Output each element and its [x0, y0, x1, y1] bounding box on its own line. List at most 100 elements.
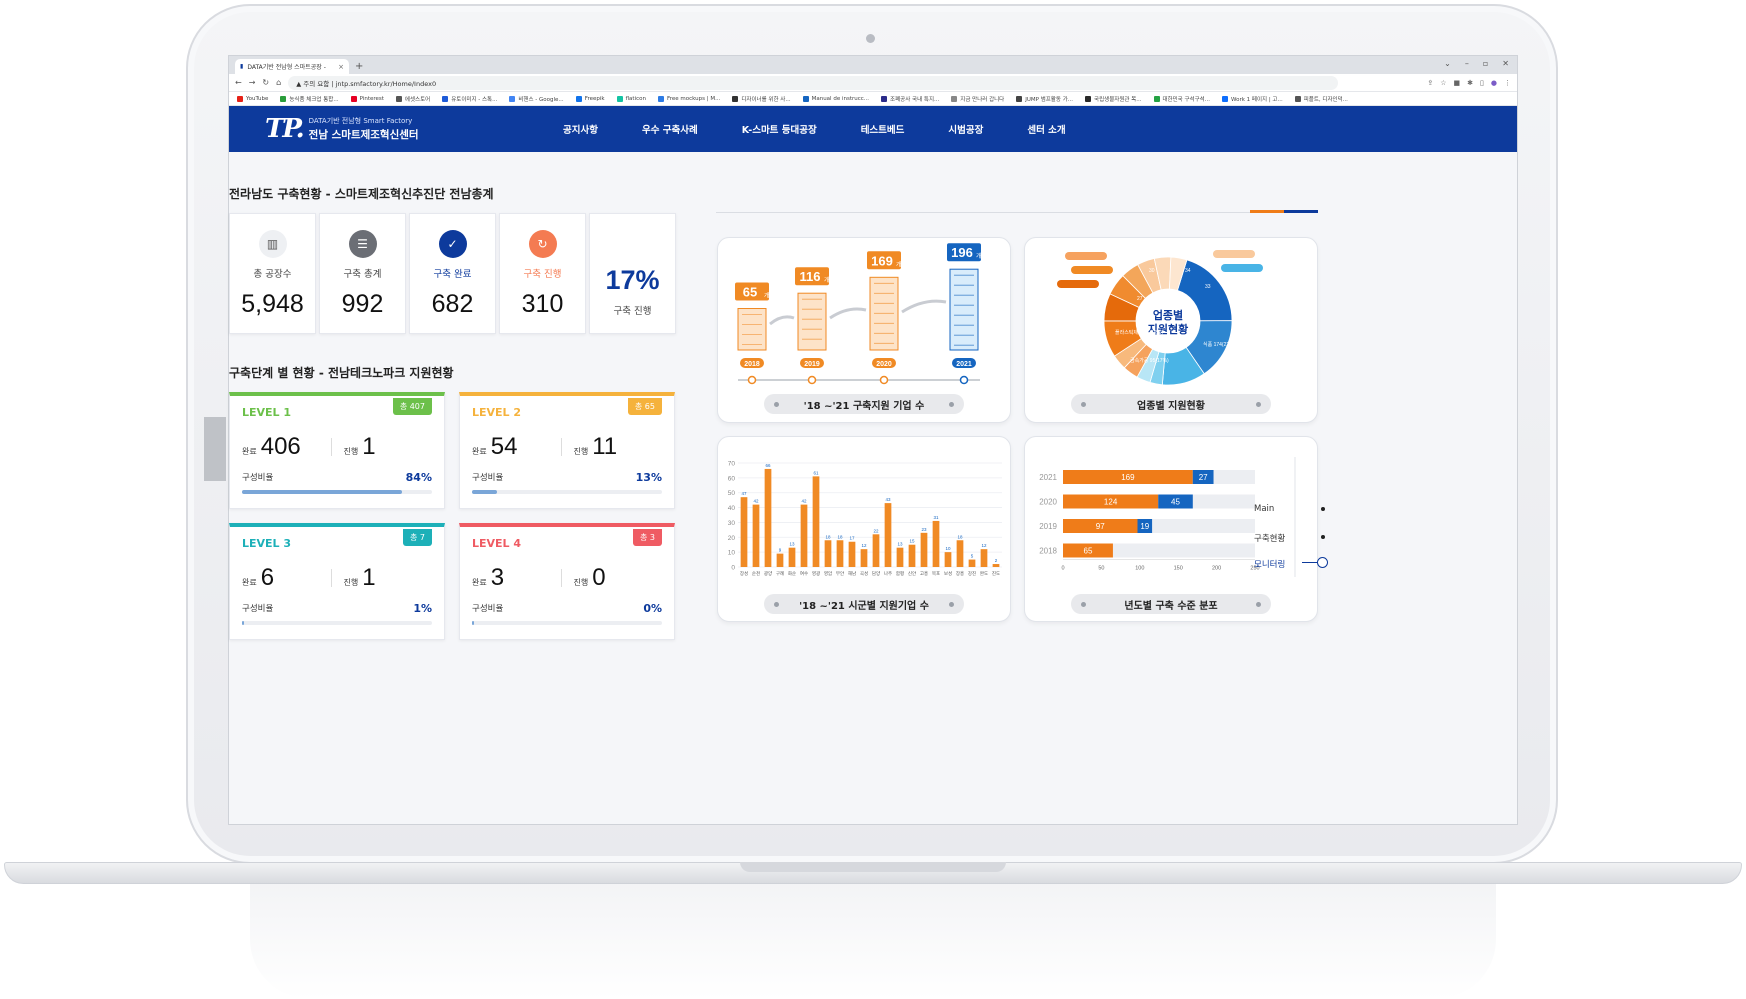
nav-testbed[interactable]: 테스트베드 — [839, 122, 927, 136]
star-icon[interactable]: ☆ — [1440, 79, 1446, 87]
bar-value-label: 65 — [1084, 547, 1093, 556]
sidebar-icon[interactable]: ▯ — [1480, 79, 1484, 87]
bar-value-label: 15 — [909, 539, 915, 544]
menu-icon[interactable]: ⋮ — [1504, 79, 1511, 87]
stat-completed: ✓ 구축 완료 682 — [409, 213, 496, 334]
bookmark-label: Work 1 페이지 | 고... — [1230, 96, 1283, 103]
bookmark-item[interactable]: 국립생물자원관 목... — [1085, 95, 1142, 103]
bar-value-label: 42 — [801, 499, 807, 504]
stat-in-progress: ↻ 구축 진행 310 — [499, 213, 586, 334]
nav-pilot[interactable]: 시범공장 — [926, 122, 1005, 136]
bookmark-item[interactable]: 지금 만나러 갑니다 — [951, 95, 1004, 103]
forward-icon[interactable]: → — [249, 78, 256, 87]
bookmark-favicon-icon — [1085, 95, 1092, 102]
value-unit: 개 — [896, 260, 902, 268]
bookmark-item[interactable]: 에셋스토어 — [395, 95, 430, 103]
site-logo[interactable]: TP. DATA기반 전남형 Smart Factory 전남 스마트제조혁신센… — [265, 114, 419, 144]
bar-value-label: 47 — [741, 491, 747, 496]
nav-lighthouse[interactable]: K-스마트 등대공장 — [720, 122, 839, 136]
nav-notice[interactable]: 공지사항 — [541, 122, 620, 136]
chevron-down-icon[interactable]: ⌄ — [1444, 59, 1451, 68]
extension-icon[interactable]: ■ — [1454, 79, 1461, 87]
city-bar — [764, 468, 772, 567]
x-tick-label: 50 — [1098, 566, 1104, 572]
url-input[interactable]: ▲ 주의 요함 | jntp.smfactory.kr/Home/Index0 — [288, 75, 1339, 90]
done-label: 완료 — [472, 447, 487, 456]
profile-avatar[interactable]: ● — [1491, 79, 1497, 87]
bar-value-label: 23 — [921, 527, 927, 532]
window-controls: ⌄ – ▫ ✕ — [1444, 59, 1509, 68]
home-icon[interactable]: ⌂ — [276, 78, 281, 87]
progress-label: 진행 — [343, 447, 359, 456]
bookmark-item[interactable]: YouTube — [237, 95, 268, 102]
city-bar — [836, 540, 844, 567]
side-menu-dot[interactable] — [1321, 507, 1325, 511]
bookmark-item[interactable]: 농식품 체크업 통합... — [280, 95, 339, 103]
stat-progress-percent: 17% 구축 진행 — [589, 213, 676, 334]
puzzle-icon[interactable]: ✱ — [1467, 79, 1473, 87]
laptop-mockup: ▮ DATA기반 전남형 스마트공장 - × + ⌄ – ▫ ✕ ← → ↻ ⌂… — [0, 0, 1746, 999]
city-bar — [824, 540, 832, 567]
side-menu-monitoring[interactable]: 모니터링 — [1254, 558, 1285, 570]
bookmark-item[interactable]: Work 1 페이지 | 고... — [1221, 95, 1283, 103]
bookmark-item[interactable]: 유토이미지 - 스톡... — [442, 95, 497, 103]
reload-icon[interactable]: ↻ — [262, 78, 269, 87]
bookmark-item[interactable]: 대한민국 구석구석... — [1153, 95, 1210, 103]
bookmark-favicon-icon — [509, 95, 516, 102]
value-label: 169 — [871, 253, 893, 268]
share-icon[interactable]: ⇪ — [1427, 79, 1433, 87]
close-window-icon[interactable]: ✕ — [1502, 59, 1509, 68]
bookmark-label: 대한민국 구석구석... — [1162, 96, 1210, 103]
ratio-label: 구성비율 — [472, 473, 504, 483]
bookmark-favicon-icon — [395, 95, 402, 102]
bookmark-item[interactable]: Free mockups | M... — [657, 95, 721, 102]
bookmark-item[interactable]: Freepik — [575, 95, 605, 102]
bookmark-label: Free mockups | M... — [666, 95, 721, 102]
side-menu-status[interactable]: 구축현황 — [1254, 532, 1285, 544]
side-menu-active-marker[interactable] — [1317, 557, 1328, 568]
laptop-reflection — [250, 884, 1496, 999]
maximize-icon[interactable]: ▫ — [1483, 59, 1488, 68]
side-menu-dot[interactable] — [1321, 535, 1325, 539]
level-total-badge: 총 3 — [633, 529, 662, 546]
divider — [330, 438, 332, 456]
ratio-progress-fill — [242, 490, 402, 494]
x-tick-label: 0 — [1061, 566, 1064, 572]
section-divider — [716, 212, 1316, 213]
city-bar — [788, 547, 796, 567]
bar-value-label: 18 — [957, 534, 963, 539]
factory-icon: ▥ — [258, 230, 287, 258]
main-nav: 공지사항 우수 구축사례 K-스마트 등대공장 테스트베드 시범공장 센터 소개 — [541, 106, 1088, 152]
timeline-dot — [959, 375, 969, 385]
bookmark-item[interactable]: 조폐공사 국내 특지... — [881, 95, 939, 103]
x-tick-label: 광양 — [764, 570, 772, 576]
bookmark-item[interactable]: JUMP 범프활동 가... — [1016, 95, 1073, 103]
side-scroll-handle[interactable] — [204, 417, 226, 481]
bookmark-label: 디자이너를 위한 사... — [741, 96, 791, 103]
back-icon[interactable]: ← — [235, 78, 242, 87]
check-icon: ✓ — [438, 230, 467, 258]
side-menu-main[interactable]: Main — [1254, 504, 1274, 514]
bookmark-item[interactable]: 디자이너를 위한 사... — [732, 95, 791, 103]
bookmark-item[interactable]: Manual de instrucc... — [802, 95, 869, 102]
new-tab-icon[interactable]: + — [355, 61, 363, 72]
bookmark-item[interactable]: 비핸스 - Google... — [509, 95, 564, 103]
industry-support-panel: 업종별 지원현황 식품 174(22%) 금속가공 95(17%) 플라스틱제품 95(… — [1024, 237, 1318, 423]
laptop-notch — [740, 862, 1006, 872]
minimize-icon[interactable]: – — [1465, 59, 1469, 68]
bar-value-label: 10 — [945, 546, 951, 551]
nav-about[interactable]: 센터 소개 — [1005, 122, 1087, 136]
donut-center-label: 업종별 — [1153, 309, 1183, 322]
y-tick-label: 0 — [731, 565, 735, 572]
bookmark-item[interactable]: flaticon — [616, 95, 646, 102]
bookmark-item[interactable]: 피플트, 디자인덕... — [1294, 95, 1348, 103]
done-value: 54 — [490, 433, 518, 460]
bookmark-item[interactable]: Pinterest — [350, 95, 384, 102]
browser-tab[interactable]: ▮ DATA기반 전남형 스마트공장 - × — [235, 59, 349, 74]
yearly-support-panel: 65 개 2018 116 개 2019 169 개 2020 196 개 2021 '18 ~'21… — [717, 237, 1011, 423]
city-bar — [944, 552, 952, 567]
close-tab-icon[interactable]: × — [338, 63, 344, 71]
industry-support-title: 업종별 지원현황 — [1071, 394, 1271, 414]
value-label: 116 — [800, 269, 821, 284]
nav-best-cases[interactable]: 우수 구축사례 — [620, 122, 720, 136]
